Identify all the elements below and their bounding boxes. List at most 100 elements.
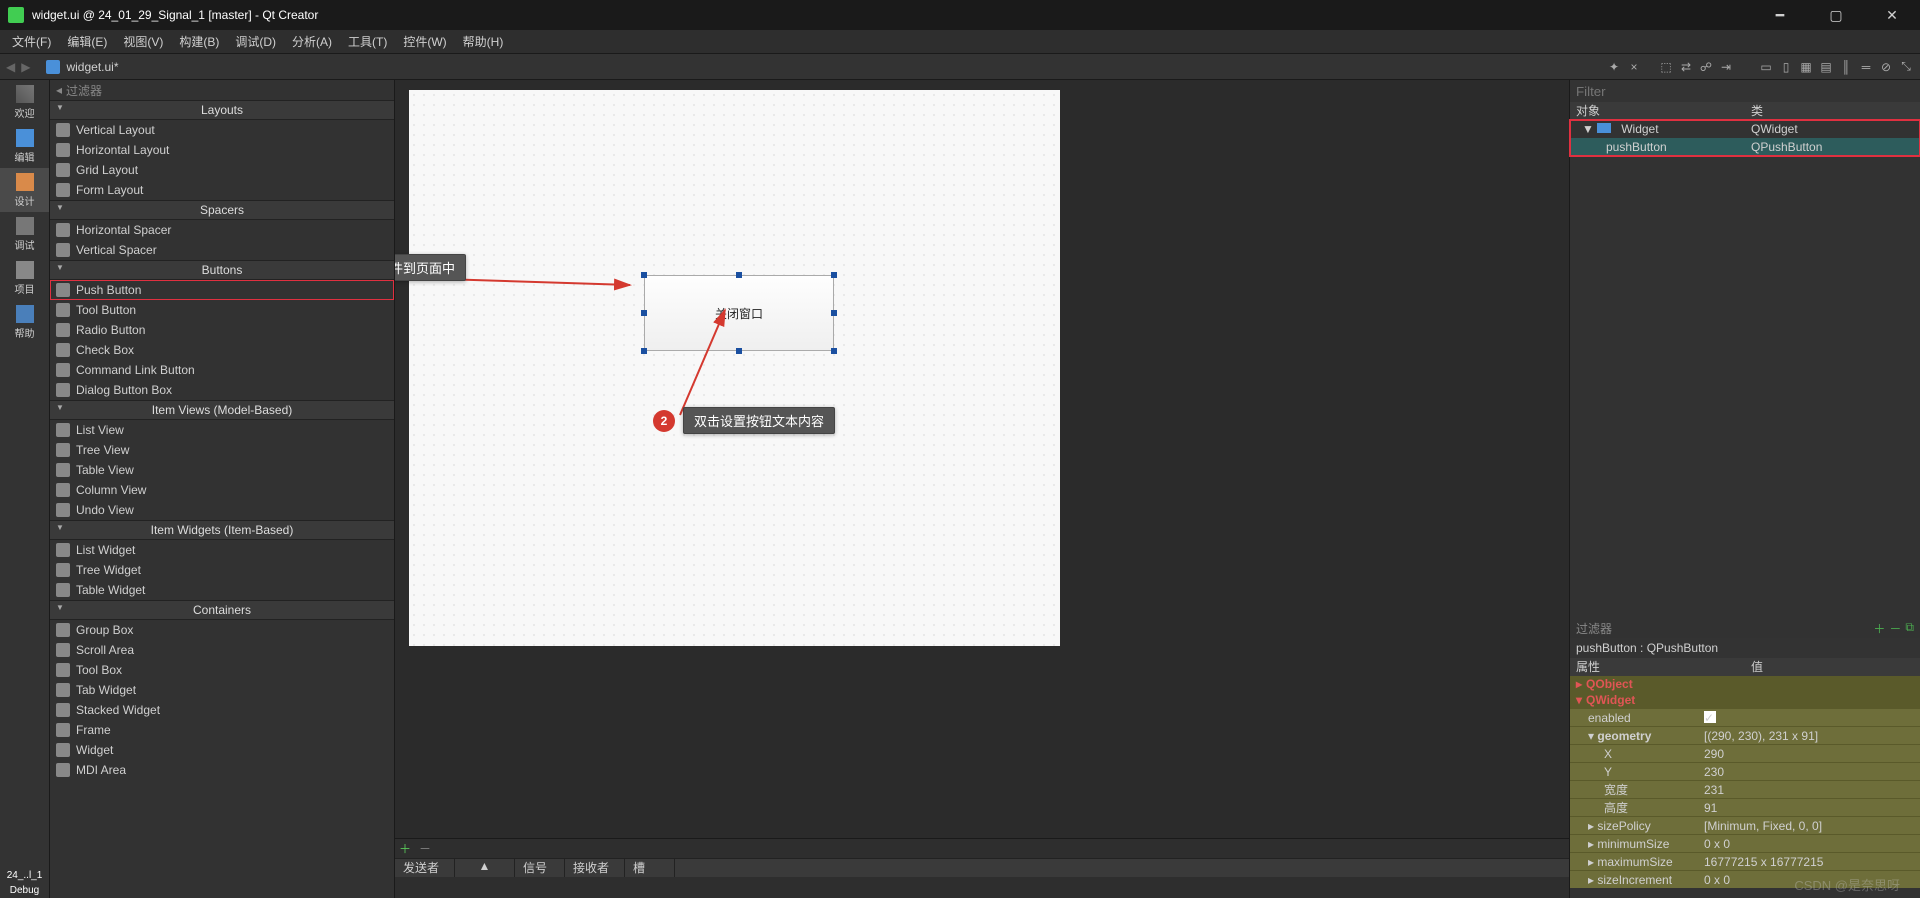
resize-handle-nw[interactable] — [641, 272, 647, 278]
nav-back-icon[interactable]: ◀ — [4, 58, 17, 76]
menu-debug[interactable]: 调试(D) — [227, 31, 284, 52]
mode-edit[interactable]: 编辑 — [0, 124, 49, 168]
widget-item-column-view[interactable]: Column View — [50, 480, 394, 500]
widget-item-vertical-layout[interactable]: Vertical Layout — [50, 120, 394, 140]
edit-widgets-icon[interactable]: ⬚ — [1658, 59, 1674, 75]
layout-vsplit-icon[interactable]: ═ — [1858, 59, 1874, 75]
resize-handle-sw[interactable] — [641, 348, 647, 354]
widget-item-tab-widget[interactable]: Tab Widget — [50, 680, 394, 700]
placed-push-button[interactable]: 关闭窗口 — [644, 275, 834, 351]
prop-enabled[interactable]: enabled✓ — [1570, 708, 1920, 726]
layout-h-icon[interactable]: ▭ — [1758, 59, 1774, 75]
group-buttons[interactable]: Buttons — [50, 260, 394, 280]
edit-tab-order-icon[interactable]: ⇥ — [1718, 59, 1734, 75]
widget-item-mdi-area[interactable]: MDI Area — [50, 760, 394, 780]
widget-item-list-widget[interactable]: List Widget — [50, 540, 394, 560]
menu-help[interactable]: 帮助(H) — [455, 31, 512, 52]
resize-handle-w[interactable] — [641, 310, 647, 316]
bookmark-icon[interactable]: ✦ — [1606, 59, 1622, 75]
widget-box-collapse-icon[interactable]: ◂ — [56, 83, 62, 97]
resize-handle-ne[interactable] — [831, 272, 837, 278]
prop-sizepolicy[interactable]: ▸ sizePolicy[Minimum, Fixed, 0, 0] — [1570, 816, 1920, 834]
widget-item-table-widget[interactable]: Table Widget — [50, 580, 394, 600]
widget-item-widget[interactable]: Widget — [50, 740, 394, 760]
group-layouts[interactable]: Layouts — [50, 100, 394, 120]
edit-signals-icon[interactable]: ⇄ — [1678, 59, 1694, 75]
menu-file[interactable]: 文件(F) — [4, 31, 59, 52]
break-layout-icon[interactable]: ⊘ — [1878, 59, 1894, 75]
col-slot[interactable]: 槽 — [625, 859, 675, 877]
widget-item-horizontal-layout[interactable]: Horizontal Layout — [50, 140, 394, 160]
toggle-view-icon[interactable]: ⧉ — [1905, 620, 1914, 637]
prop-width[interactable]: 宽度231 — [1570, 780, 1920, 798]
menu-edit[interactable]: 编辑(E) — [59, 31, 115, 52]
group-containers[interactable]: Containers — [50, 600, 394, 620]
group-item_widgets[interactable]: Item Widgets (Item-Based) — [50, 520, 394, 540]
widget-item-radio-button[interactable]: Radio Button — [50, 320, 394, 340]
menu-tools[interactable]: 工具(T) — [340, 31, 395, 52]
obj-row-widget[interactable]: ▼ Widget QWidget — [1570, 120, 1920, 138]
col-signal[interactable]: 信号 — [515, 859, 565, 877]
widget-item-grid-layout[interactable]: Grid Layout — [50, 160, 394, 180]
widget-item-horizontal-spacer[interactable]: Horizontal Spacer — [50, 220, 394, 240]
widget-item-dialog-button-box[interactable]: Dialog Button Box — [50, 380, 394, 400]
group-spacers[interactable]: Spacers — [50, 200, 394, 220]
mode-project[interactable]: 项目 — [0, 256, 49, 300]
col-property[interactable]: 属性 — [1570, 658, 1745, 676]
col-receiver[interactable]: 接收者 — [565, 859, 625, 877]
form-canvas[interactable]: 关闭窗口 — [409, 90, 1060, 646]
widget-item-check-box[interactable]: Check Box — [50, 340, 394, 360]
resize-handle-s[interactable] — [736, 348, 742, 354]
widget-item-frame[interactable]: Frame — [50, 720, 394, 740]
resize-handle-se[interactable] — [831, 348, 837, 354]
mode-debug[interactable]: 调试 — [0, 212, 49, 256]
prop-geometry[interactable]: ▾ geometry[(290, 230), 231 x 91] — [1570, 726, 1920, 744]
mode-help[interactable]: 帮助 — [0, 300, 49, 344]
layout-grid-icon[interactable]: ▦ — [1798, 59, 1814, 75]
widget-item-group-box[interactable]: Group Box — [50, 620, 394, 640]
layout-v-icon[interactable]: ▯ — [1778, 59, 1794, 75]
mode-welcome[interactable]: 欢迎 — [0, 80, 49, 124]
section-qwidget[interactable]: ▾ QWidget — [1570, 692, 1920, 708]
widget-item-undo-view[interactable]: Undo View — [50, 500, 394, 520]
run-mode-label[interactable]: Debug — [0, 883, 49, 898]
mode-design[interactable]: 设计 — [0, 168, 49, 212]
prop-x[interactable]: X290 — [1570, 744, 1920, 762]
resize-handle-n[interactable] — [736, 272, 742, 278]
property-filter[interactable]: 过滤器 — [1576, 620, 1612, 637]
col-class[interactable]: 类 — [1745, 102, 1920, 120]
widget-item-tool-box[interactable]: Tool Box — [50, 660, 394, 680]
menu-analyze[interactable]: 分析(A) — [284, 31, 340, 52]
menu-controls[interactable]: 控件(W) — [395, 31, 454, 52]
menu-view[interactable]: 视图(V) — [115, 31, 171, 52]
prop-y[interactable]: Y230 — [1570, 762, 1920, 780]
prop-maxsize[interactable]: ▸ maximumSize16777215 x 16777215 — [1570, 852, 1920, 870]
widget-item-list-view[interactable]: List View — [50, 420, 394, 440]
widget-item-tree-view[interactable]: Tree View — [50, 440, 394, 460]
col-object[interactable]: 对象 — [1570, 102, 1745, 120]
checkbox-enabled[interactable]: ✓ — [1704, 711, 1716, 723]
widget-item-vertical-spacer[interactable]: Vertical Spacer — [50, 240, 394, 260]
col-value[interactable]: 值 — [1745, 658, 1920, 676]
widget-item-command-link-button[interactable]: Command Link Button — [50, 360, 394, 380]
add-connection-icon[interactable]: ＋ — [399, 840, 411, 857]
widget-item-tree-widget[interactable]: Tree Widget — [50, 560, 394, 580]
layout-hsplit-icon[interactable]: ║ — [1838, 59, 1854, 75]
widget-item-table-view[interactable]: Table View — [50, 460, 394, 480]
object-inspector-tree[interactable]: ▼ Widget QWidget pushButton QPushButton — [1570, 120, 1920, 156]
kit-label[interactable]: 24_..l_1 — [0, 868, 49, 883]
window-close-button[interactable]: ✕ — [1872, 7, 1912, 24]
widget-item-push-button[interactable]: Push Button — [50, 280, 394, 300]
window-maximize-button[interactable]: ▢ — [1816, 7, 1856, 24]
canvas-wrap[interactable]: 关闭窗口 1 拖动组件到页面中 2 双击设置按钮文本内 — [395, 80, 1569, 838]
prop-height[interactable]: 高度91 — [1570, 798, 1920, 816]
group-item_views[interactable]: Item Views (Model-Based) — [50, 400, 394, 420]
add-prop-icon[interactable]: ＋ — [1873, 620, 1885, 637]
widget-item-tool-button[interactable]: Tool Button — [50, 300, 394, 320]
section-qobject[interactable]: ▸ QObject — [1570, 676, 1920, 692]
layout-form-icon[interactable]: ▤ — [1818, 59, 1834, 75]
widget-box-filter[interactable]: 过滤器 — [66, 82, 102, 99]
remove-prop-icon[interactable]: － — [1889, 620, 1901, 637]
menu-build[interactable]: 构建(B) — [171, 31, 227, 52]
remove-connection-icon[interactable]: － — [419, 840, 431, 857]
